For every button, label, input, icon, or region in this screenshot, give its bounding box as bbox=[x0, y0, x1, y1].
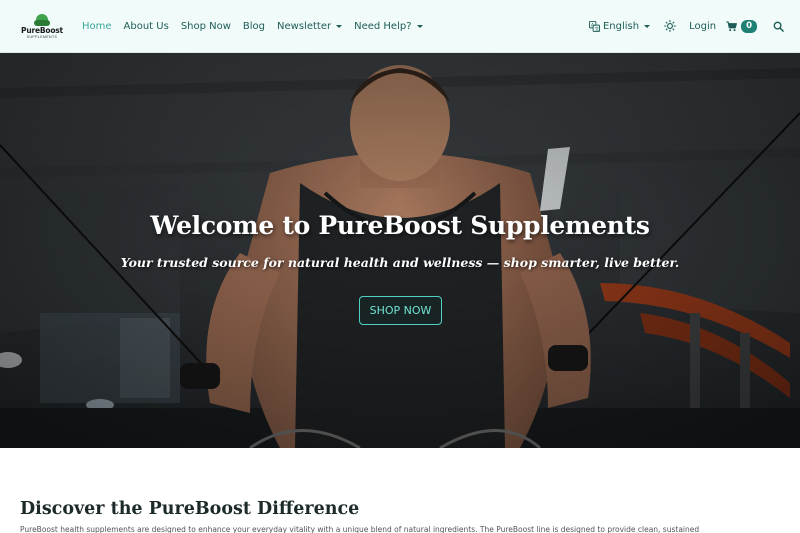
login-link[interactable]: Login bbox=[689, 21, 716, 32]
capsule-leaf-icon bbox=[33, 13, 51, 26]
chevron-down-icon bbox=[644, 24, 651, 28]
nav-links: Home About Us Shop Now Blog Newsletter N… bbox=[76, 21, 429, 32]
section-title: Discover the PureBoost Difference bbox=[20, 499, 360, 519]
nav-utilities: A 文 English Login 0 bbox=[588, 19, 784, 33]
sun-icon[interactable] bbox=[664, 20, 677, 32]
nav-about-us[interactable]: About Us bbox=[118, 21, 175, 32]
nav-need-help-dropdown[interactable]: Need Help? bbox=[348, 21, 428, 32]
language-label: English bbox=[602, 20, 640, 32]
nav-need-help-label: Need Help? bbox=[354, 20, 412, 32]
language-selector[interactable]: A 文 English bbox=[588, 20, 651, 32]
brand-logo[interactable]: PureBoost SUPPLEMENTS bbox=[21, 13, 63, 39]
nav-home[interactable]: Home bbox=[76, 21, 118, 32]
nav-blog[interactable]: Blog bbox=[237, 21, 271, 32]
cart-icon bbox=[726, 20, 738, 31]
nav-shop-now[interactable]: Shop Now bbox=[175, 21, 237, 32]
search-icon[interactable] bbox=[773, 21, 784, 32]
hero-banner: Welcome to PureBoost Supplements Your tr… bbox=[0, 53, 800, 448]
nav-newsletter-dropdown[interactable]: Newsletter bbox=[271, 21, 348, 32]
hero-subtitle: Your trusted source for natural health a… bbox=[120, 255, 680, 270]
hero-title: Welcome to PureBoost Supplements bbox=[150, 211, 650, 240]
shop-now-button[interactable]: SHOP NOW bbox=[359, 296, 442, 325]
nav-newsletter-label: Newsletter bbox=[277, 20, 332, 32]
chevron-down-icon bbox=[416, 24, 423, 28]
section-intro-text: PureBoost health supplements are designe… bbox=[20, 525, 700, 533]
navbar: PureBoost SUPPLEMENTS Home About Us Shop… bbox=[0, 0, 800, 53]
chevron-down-icon bbox=[336, 24, 343, 28]
cart-count-badge: 0 bbox=[741, 19, 757, 33]
brand-tagline: SUPPLEMENTS bbox=[26, 34, 58, 39]
hero-content: Welcome to PureBoost Supplements Your tr… bbox=[0, 53, 800, 448]
cart-button[interactable]: 0 bbox=[726, 19, 757, 33]
translate-icon: A 文 bbox=[588, 20, 600, 32]
brand-name: PureBoost bbox=[21, 25, 63, 35]
